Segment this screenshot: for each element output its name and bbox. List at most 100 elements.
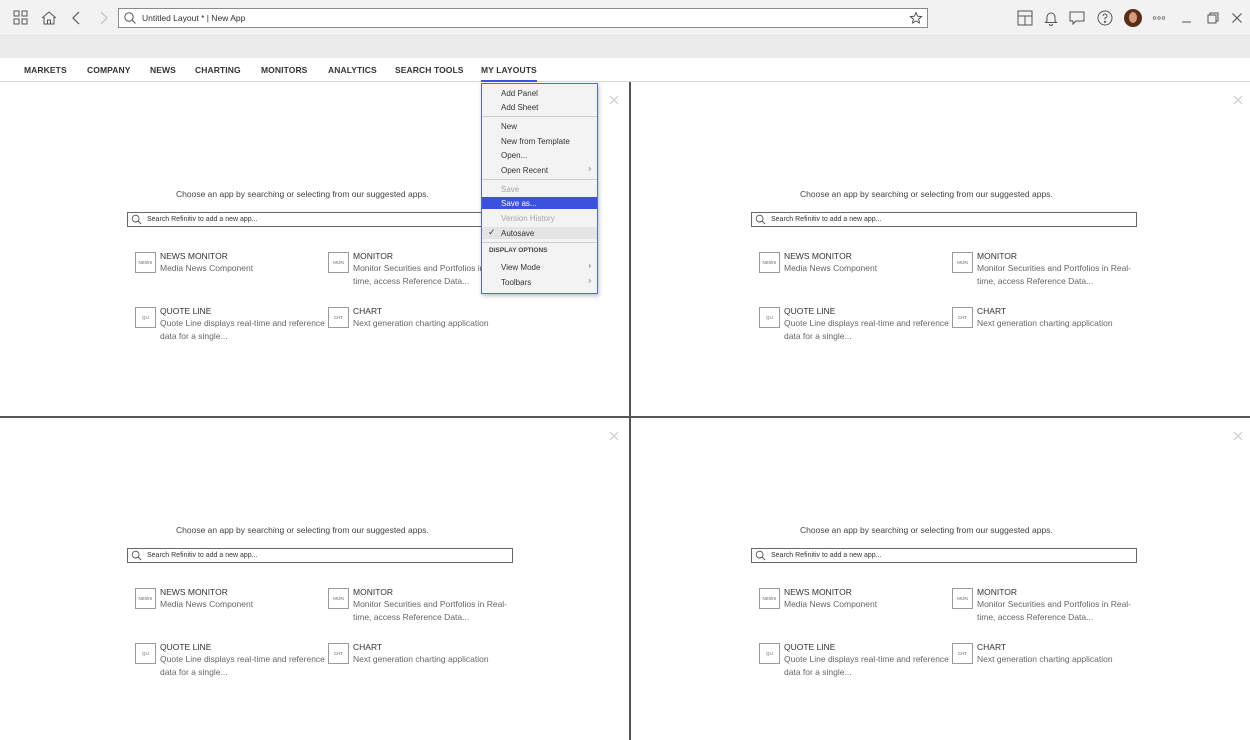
menu-toolbars-label: Toolbars xyxy=(501,277,532,287)
chevron-right-icon: › xyxy=(588,276,591,285)
menu-add-sheet[interactable]: Add Sheet xyxy=(482,101,597,113)
menu-save-as[interactable]: Save as... xyxy=(482,197,597,209)
panel-prompt: Choose an app by searching or selecting … xyxy=(176,189,429,199)
checkmark-icon: ✓ xyxy=(488,227,496,237)
home-icon[interactable] xyxy=(40,9,58,27)
panel-bottom-right: Choose an app by searching or selecting … xyxy=(631,418,1250,740)
star-icon[interactable] xyxy=(909,11,923,25)
close-icon[interactable] xyxy=(1228,9,1246,27)
app-badge: CHT xyxy=(952,307,973,328)
menu-autosave[interactable]: ✓ Autosave xyxy=(482,227,597,239)
app-search-input[interactable]: Search Refinitiv to add a new app... xyxy=(127,212,513,227)
app-search-input[interactable]: Search Refinitiv to add a new app... xyxy=(751,212,1137,227)
chat-icon[interactable] xyxy=(1068,9,1086,27)
avatar[interactable] xyxy=(1124,9,1142,27)
search-placeholder: Search Refinitiv to add a new app... xyxy=(147,216,258,223)
search-icon xyxy=(755,550,766,561)
search-placeholder: Search Refinitiv to add a new app... xyxy=(147,552,258,559)
grid-icon[interactable] xyxy=(12,9,30,27)
menu-new[interactable]: New xyxy=(482,120,597,132)
app-name: CHART xyxy=(977,642,1007,652)
app-name: MONITOR xyxy=(353,251,393,261)
search-placeholder: Search Refinitiv to add a new app... xyxy=(771,552,882,559)
app-description: Media News Component xyxy=(160,599,254,609)
panel-bottom-left: Choose an app by searching or selecting … xyxy=(0,418,629,740)
address-bar[interactable]: Untitled Layout * | New App xyxy=(118,8,928,28)
close-icon[interactable] xyxy=(1232,94,1244,106)
nav-news[interactable]: NEWS xyxy=(150,58,176,82)
app-description: Media News Component xyxy=(784,599,878,609)
app-description: Next generation charting application xyxy=(353,318,489,328)
nav-markets[interactable]: MARKETS xyxy=(24,58,67,82)
app-description: Media News Component xyxy=(160,263,254,273)
address-text: Untitled Layout * | New App xyxy=(142,13,246,23)
my-layouts-menu: Add Panel Add Sheet New New from Templat… xyxy=(481,83,598,294)
app-badge: QU xyxy=(135,307,156,328)
chevron-right-icon: › xyxy=(588,261,591,270)
restore-icon[interactable] xyxy=(1204,9,1222,27)
panel-prompt: Choose an app by searching or selecting … xyxy=(800,525,1053,535)
close-icon[interactable] xyxy=(608,94,620,106)
search-icon xyxy=(131,550,142,561)
app-name: CHART xyxy=(353,306,383,316)
menu-open[interactable]: Open... xyxy=(482,149,597,161)
app-badge: NEWS xyxy=(759,252,780,273)
help-icon[interactable] xyxy=(1096,9,1114,27)
app-badge: NEWS xyxy=(135,588,156,609)
app-description: Monitor Securities and Portfolios in Rea… xyxy=(977,263,1132,286)
app-badge: CHT xyxy=(328,307,349,328)
more-icon[interactable] xyxy=(1150,9,1168,27)
nav-monitors[interactable]: MONITORS xyxy=(261,58,307,82)
title-bar: Untitled Layout * | New App xyxy=(0,0,1250,36)
app-description: Next generation charting application xyxy=(977,654,1113,664)
menu-add-panel[interactable]: Add Panel xyxy=(482,87,597,99)
app-search-input[interactable]: Search Refinitiv to add a new app... xyxy=(751,548,1137,563)
app-description: Media News Component xyxy=(784,263,878,273)
app-badge: MON xyxy=(952,252,973,273)
app-description: Quote Line displays real-time and refere… xyxy=(784,318,949,341)
search-icon xyxy=(123,11,137,25)
menu-new-from-template[interactable]: New from Template xyxy=(482,135,597,147)
app-name: QUOTE LINE xyxy=(784,642,836,652)
main-nav: MARKETS COMPANY NEWS CHARTING MONITORS A… xyxy=(0,58,1250,82)
app-badge: MON xyxy=(328,252,349,273)
menu-toolbars[interactable]: Toolbars › xyxy=(482,276,597,288)
nav-analytics[interactable]: ANALYTICS xyxy=(328,58,377,82)
app-name: NEWS MONITOR xyxy=(784,251,852,261)
bell-icon[interactable] xyxy=(1042,9,1060,27)
panel-prompt: Choose an app by searching or selecting … xyxy=(176,525,429,535)
nav-company[interactable]: COMPANY xyxy=(87,58,131,82)
nav-charting[interactable]: CHARTING xyxy=(195,58,241,82)
menu-autosave-label: Autosave xyxy=(501,228,535,238)
close-icon[interactable] xyxy=(608,430,620,442)
app-name: MONITOR xyxy=(977,251,1017,261)
app-description: Monitor Securities and Portfolios in Rea… xyxy=(353,599,508,622)
app-description: Next generation charting application xyxy=(977,318,1113,328)
app-badge: CHT xyxy=(952,643,973,664)
forward-arrow-icon[interactable] xyxy=(94,9,112,27)
layout-icon[interactable] xyxy=(1016,9,1034,27)
app-badge: QU xyxy=(759,643,780,664)
app-name: QUOTE LINE xyxy=(160,306,212,316)
search-icon xyxy=(131,214,142,225)
menu-open-recent[interactable]: Open Recent › xyxy=(482,164,597,176)
app-description: Quote Line displays real-time and refere… xyxy=(160,318,325,341)
app-name: NEWS MONITOR xyxy=(784,587,852,597)
search-icon xyxy=(755,214,766,225)
nav-search-tools[interactable]: SEARCH TOOLS xyxy=(395,58,464,82)
nav-my-layouts[interactable]: MY LAYOUTS xyxy=(481,58,537,82)
app-search-input[interactable]: Search Refinitiv to add a new app... xyxy=(127,548,513,563)
search-placeholder: Search Refinitiv to add a new app... xyxy=(771,216,882,223)
back-arrow-icon[interactable] xyxy=(68,9,86,27)
app-badge: QU xyxy=(135,643,156,664)
chevron-right-icon: › xyxy=(588,164,591,173)
close-icon[interactable] xyxy=(1232,430,1244,442)
app-name: MONITOR xyxy=(977,587,1017,597)
panel-splitter-vertical[interactable] xyxy=(629,82,631,740)
menu-save: Save xyxy=(501,184,520,194)
menu-view-mode[interactable]: View Mode › xyxy=(482,261,597,273)
app-name: CHART xyxy=(353,642,383,652)
panel-splitter-horizontal[interactable] xyxy=(0,416,1250,418)
minimize-icon[interactable] xyxy=(1178,9,1196,27)
app-description: Quote Line displays real-time and refere… xyxy=(784,654,949,677)
